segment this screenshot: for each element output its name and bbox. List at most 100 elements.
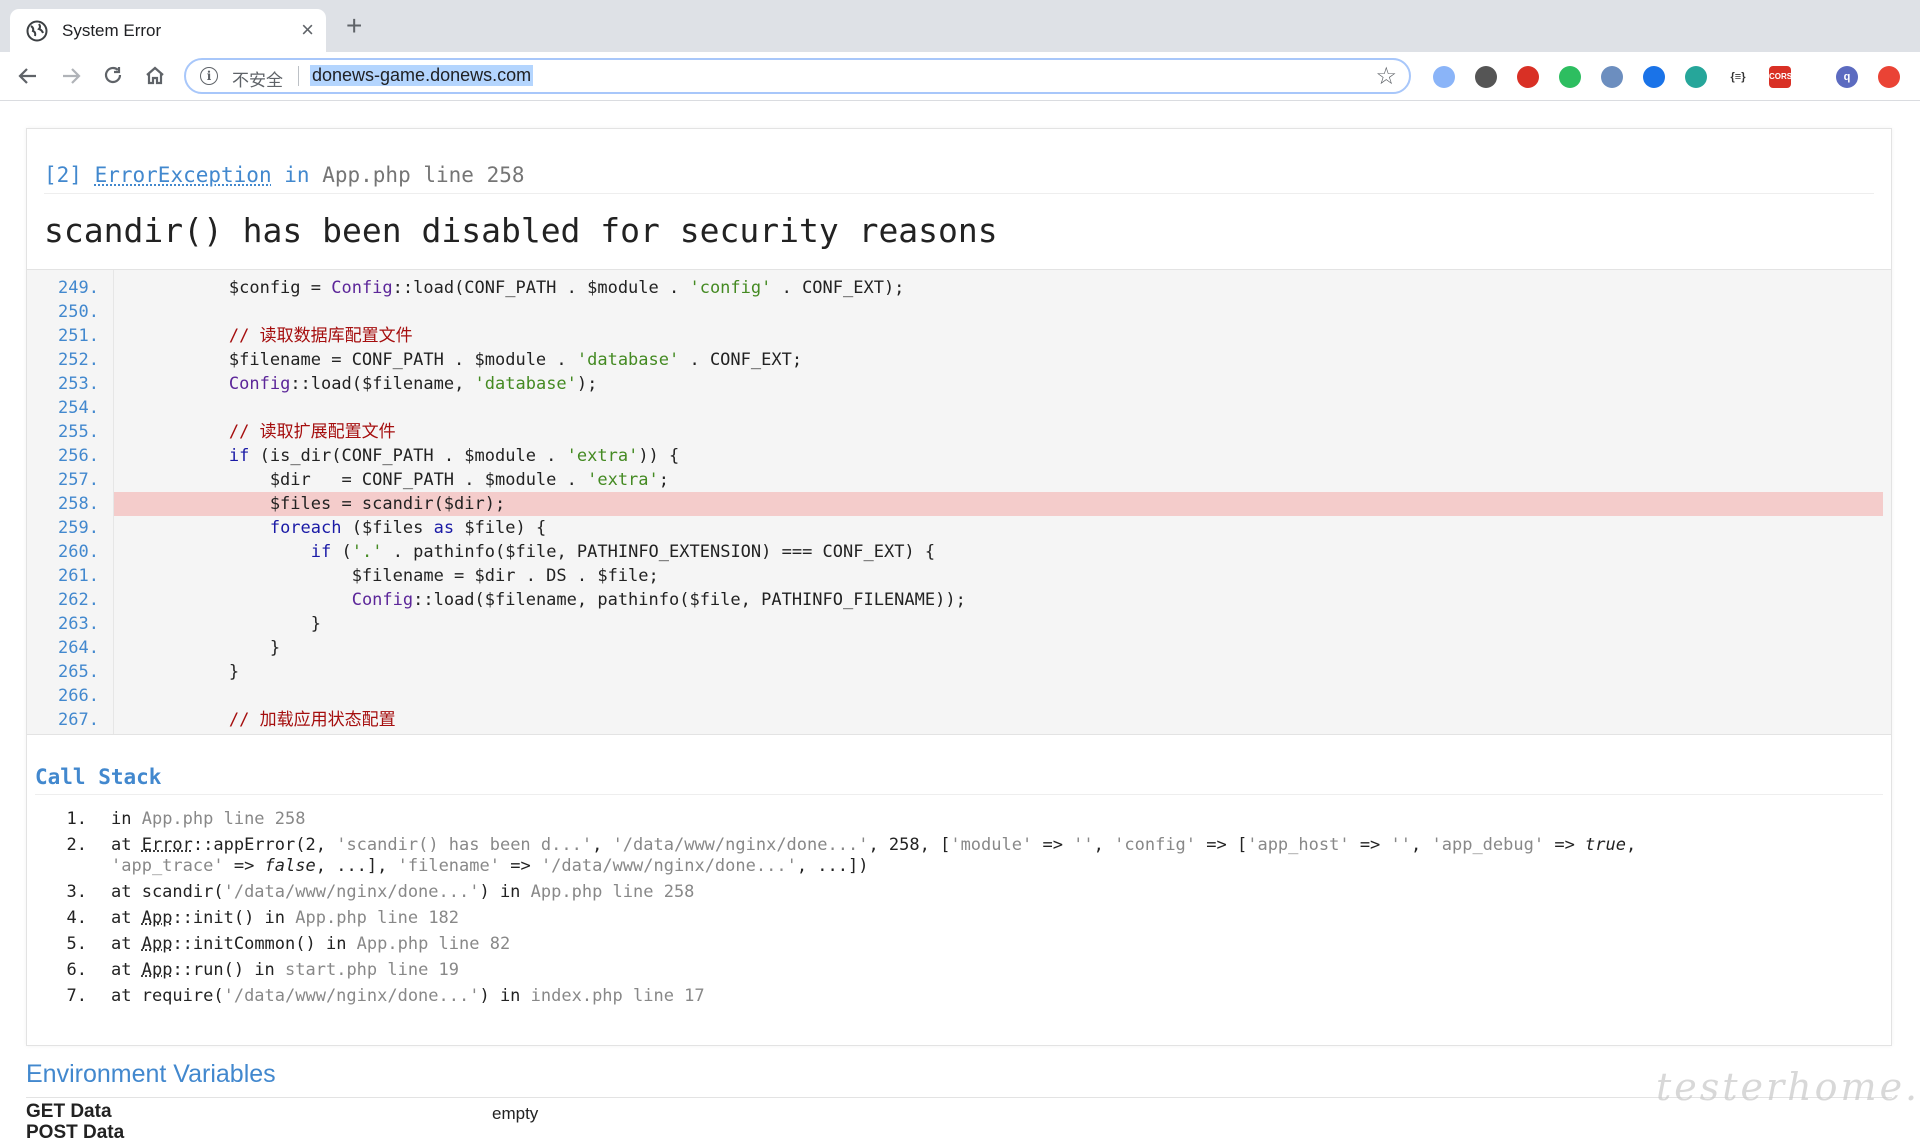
call-stack-index: 7. [66,986,87,1006]
back-icon[interactable] [14,62,42,90]
ext-cors-icon[interactable]: CORS [1769,66,1792,88]
call-stack-text: at scandir('/data/www/nginx/done...') in… [111,882,695,902]
code-text: $config = Config::load(CONF_PATH . $modu… [147,278,905,298]
line-number: 264. [58,638,99,658]
source-line: 263. } [27,612,1891,636]
source-line: 251. // 读取数据库配置文件 [27,324,1891,348]
call-stack-item: 4. at App::init() in App.php line 182 [57,908,1811,929]
call-stack-index: 5. [66,934,87,954]
watermark: testerhome.com [1656,1065,1920,1109]
line-number: 257. [58,470,99,490]
code-text: $dir = CONF_PATH . $module . 'extra'; [147,470,670,490]
line-number: 267. [58,710,99,730]
call-stack-index: 3. [66,882,87,902]
call-stack-item: 2. at Error::appError(2, 'scandir() has b… [57,835,1811,877]
globe-icon [26,20,48,42]
code-text: // 加载应用状态配置 [147,710,396,730]
code-text: } [147,662,240,682]
tab-system-error[interactable]: System Error × [10,9,326,52]
forward-icon[interactable] [57,62,85,90]
exception-class[interactable]: ErrorException [95,163,272,187]
divider [35,794,1883,795]
exception-location: App.php line 258 [322,163,525,187]
get-data-value: empty [492,1104,539,1123]
ext-json-icon[interactable]: {≡} [1727,66,1749,88]
source-line: 250. [27,300,1891,324]
divider [26,1097,1892,1098]
close-tab-icon[interactable]: × [301,17,314,43]
source-line: 253. Config::load($filename, 'database')… [27,372,1891,396]
line-number: 261. [58,566,99,586]
ext-3-icon[interactable] [1517,66,1539,88]
line-number: 253. [58,374,99,394]
get-data-label: GET Data [26,1101,112,1122]
code-text: foreach ($files as $file) { [269,518,547,538]
source-line: 254. [27,396,1891,420]
ext-1-icon[interactable] [1433,66,1455,88]
call-stack-text: at App::initCommon() in App.php line 82 [111,934,511,954]
call-stack-item: 1. in App.php line 258 [57,809,1811,830]
address-bar[interactable]: i 不安全 donews-game.donews.com ☆ [184,58,1411,94]
tab-title: System Error [62,21,162,40]
call-stack-index: 6. [66,960,87,980]
ext-6-icon[interactable] [1643,66,1665,88]
ext-5-icon[interactable] [1601,66,1623,88]
ext-profile-icon[interactable]: q [1836,66,1858,88]
code-text: // 读取数据库配置文件 [147,326,413,346]
line-number: 256. [58,446,99,466]
code-text: Config::load($filename, pathinfo($file, … [351,590,966,610]
browser-toolbar: i 不安全 donews-game.donews.com ☆ {≡} CORS q [0,52,1920,101]
line-number: 260. [58,542,99,562]
call-stack-list: 1. in App.php line 2582. at Error::appErro… [57,809,1811,1012]
exception-header: [2] ErrorException in App.php line 258 s… [27,129,1891,270]
line-number: 250. [58,302,99,322]
line-number: 255. [58,422,99,442]
line-number: 266. [58,686,99,706]
divider [298,66,299,86]
source-line: 249. $config = Config::load(CONF_PATH . … [27,276,1891,300]
bookmark-star-icon[interactable]: ☆ [1375,62,1397,91]
home-icon[interactable] [141,62,169,90]
source-code-view: 249. $config = Config::load(CONF_PATH . … [27,270,1891,735]
code-text: $filename = $dir . DS . $file; [147,566,659,586]
divider [44,193,1874,194]
post-data-label: POST Data [26,1122,125,1143]
error-code: [2] [44,163,82,187]
source-line: 258. $files = scandir($dir); [27,492,1891,516]
code-text: if (is_dir(CONF_PATH . $module . 'extra'… [228,446,680,466]
in-word: in [284,163,310,187]
line-number: 254. [58,398,99,418]
url-text[interactable]: donews-game.donews.com [310,65,534,86]
source-line: 256. if (is_dir(CONF_PATH . $module . 'e… [27,444,1891,468]
tab-strip: System Error × + [0,0,1920,52]
ext-update-icon[interactable] [1878,66,1900,88]
line-number: 263. [58,614,99,634]
code-text: if ('.' . pathinfo($file, PATHINFO_EXTEN… [310,542,936,562]
code-text: $filename = CONF_PATH . $module . 'datab… [147,350,803,370]
line-number: 251. [58,326,99,346]
line-number: 262. [58,590,99,610]
source-line: 260. if ('.' . pathinfo($file, PATHINFO_… [27,540,1891,564]
exception-panel: [2] ErrorException in App.php line 258 s… [26,128,1892,1046]
call-stack-text: at App::init() in App.php line 182 [111,908,460,928]
source-line: 266. [27,684,1891,708]
call-stack-index: 1. [66,809,87,829]
info-icon[interactable]: i [200,67,218,85]
exception-title: [2] ErrorException in App.php line 258 [44,163,525,187]
new-tab-button[interactable]: + [346,12,362,40]
source-line: 259. foreach ($files as $file) { [27,516,1891,540]
source-line: 265. } [27,660,1891,684]
line-number: 259. [58,518,99,538]
call-stack-index: 4. [66,908,87,928]
code-text: } [147,614,321,634]
security-status[interactable]: 不安全 [232,66,283,91]
reload-icon[interactable] [99,62,127,90]
ext-7-icon[interactable] [1685,66,1707,88]
ext-evernote-icon[interactable] [1559,66,1581,88]
line-number: 249. [58,278,99,298]
source-line: 255. // 读取扩展配置文件 [27,420,1891,444]
source-line: 264. } [27,636,1891,660]
source-line: 257. $dir = CONF_PATH . $module . 'extra… [27,468,1891,492]
source-line: 261. $filename = $dir . DS . $file; [27,564,1891,588]
ext-2-icon[interactable] [1475,66,1497,88]
